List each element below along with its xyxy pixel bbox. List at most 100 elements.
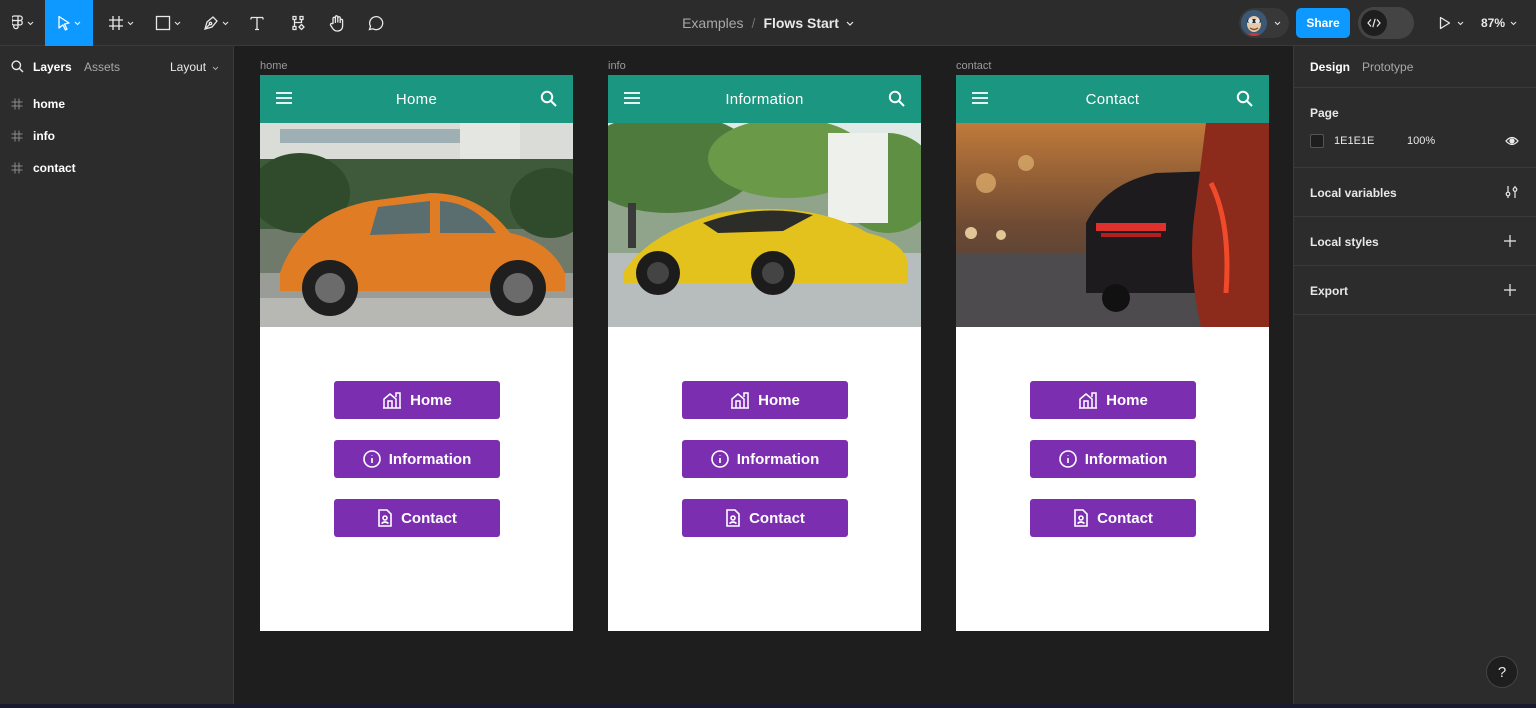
local-variables-section[interactable]: Local variables — [1294, 168, 1536, 217]
search-icon[interactable] — [540, 90, 557, 107]
comment-icon — [368, 16, 384, 31]
main-menu-button[interactable] — [4, 0, 42, 46]
information-button[interactable]: Information — [682, 440, 848, 478]
components-tool-button[interactable] — [286, 0, 310, 46]
contact-card-icon — [725, 509, 741, 527]
shape-tool-button[interactable] — [150, 0, 186, 46]
layout-dropdown[interactable]: Layout — [170, 60, 219, 74]
tab-prototype[interactable]: Prototype — [1362, 60, 1413, 74]
page-color-swatch[interactable] — [1310, 134, 1324, 148]
frame-label-home[interactable]: home — [260, 60, 288, 72]
chevron-down-icon — [213, 66, 219, 71]
chevron-down-icon — [222, 21, 229, 25]
local-variables-heading: Local variables — [1310, 186, 1397, 200]
move-tool-icon — [58, 15, 70, 31]
plus-icon[interactable] — [1504, 235, 1516, 247]
button-label: Information — [1084, 450, 1168, 468]
play-icon — [1439, 16, 1450, 30]
user-menu[interactable] — [1239, 8, 1289, 38]
info-circle-icon — [710, 450, 729, 468]
frame-home[interactable]: Home Home Information Contact — [260, 75, 573, 631]
hand-tool-icon — [329, 15, 344, 32]
share-button[interactable]: Share — [1296, 8, 1350, 38]
app-bar: Home — [260, 75, 573, 123]
tab-design[interactable]: Design — [1310, 60, 1350, 74]
right-panel-tabs: Design Prototype — [1294, 46, 1536, 88]
building-icon — [730, 391, 750, 409]
home-button[interactable]: Home — [334, 381, 500, 419]
frame-icon — [11, 98, 23, 110]
app-bar: Information — [608, 75, 921, 123]
app-bar-title: Contact — [1085, 90, 1140, 108]
page-color-opacity[interactable]: 100% — [1407, 135, 1435, 147]
chevron-down-icon — [27, 21, 34, 25]
layer-name: contact — [33, 161, 76, 175]
home-button[interactable]: Home — [682, 381, 848, 419]
figma-logo-icon — [12, 15, 23, 30]
information-button[interactable]: Information — [1030, 440, 1196, 478]
layer-row-home[interactable]: home — [0, 88, 233, 120]
plus-icon[interactable] — [1504, 284, 1516, 296]
right-panel: Design Prototype Page 1E1E1E 100% Local … — [1293, 46, 1536, 708]
contact-button[interactable]: Contact — [334, 499, 500, 537]
frame-label-contact[interactable]: contact — [956, 60, 991, 72]
zoom-level: 87% — [1481, 16, 1506, 30]
info-circle-icon — [362, 450, 381, 468]
app-bar-title: Information — [725, 90, 804, 108]
zoom-control[interactable]: 87% — [1481, 0, 1517, 46]
chevron-down-icon — [1457, 21, 1463, 25]
layer-row-contact[interactable]: contact — [0, 152, 233, 184]
contact-button[interactable]: Contact — [682, 499, 848, 537]
tab-assets[interactable]: Assets — [84, 60, 120, 74]
app-bar: Contact — [956, 75, 1269, 123]
frame-info[interactable]: Information Home Information Contact — [608, 75, 921, 631]
frame-icon — [11, 162, 23, 174]
layer-list: home info contact — [0, 88, 233, 184]
chevron-down-icon — [1274, 21, 1281, 25]
button-label: Home — [1106, 391, 1148, 409]
frame-contact[interactable]: Contact Home Information Contact — [956, 75, 1269, 631]
comment-tool-button[interactable] — [364, 0, 388, 46]
file-name[interactable]: Flows Start — [763, 15, 838, 31]
home-button[interactable]: Home — [1030, 381, 1196, 419]
frame-tool-button[interactable] — [104, 0, 138, 46]
left-panel-tabs: Layers Assets Layout — [0, 46, 233, 88]
export-section[interactable]: Export — [1294, 266, 1536, 315]
eye-icon[interactable] — [1505, 136, 1519, 146]
avatar — [1241, 10, 1267, 36]
layer-row-info[interactable]: info — [0, 120, 233, 152]
local-styles-section[interactable]: Local styles — [1294, 217, 1536, 266]
hand-tool-button[interactable] — [325, 0, 349, 46]
page-section: Page 1E1E1E 100% — [1294, 88, 1536, 168]
project-name[interactable]: Examples — [682, 15, 743, 31]
information-button[interactable]: Information — [334, 440, 500, 478]
present-button[interactable] — [1434, 0, 1468, 46]
pen-tool-icon — [204, 16, 218, 30]
layout-dropdown-label: Layout — [170, 60, 207, 74]
chevron-down-icon — [127, 21, 134, 25]
left-panel: Layers Assets Layout home info contact — [0, 46, 234, 708]
button-label: Home — [758, 391, 800, 409]
search-icon[interactable] — [888, 90, 905, 107]
chevron-down-icon — [1510, 21, 1517, 25]
search-icon[interactable] — [11, 60, 24, 73]
dark-sportscar-photo — [956, 123, 1269, 327]
dev-mode-toggle[interactable] — [1358, 7, 1414, 39]
pen-tool-button[interactable] — [198, 0, 234, 46]
button-label: Information — [736, 450, 820, 468]
contact-button[interactable]: Contact — [1030, 499, 1196, 537]
orange-beetle-photo — [260, 123, 573, 327]
button-label: Home — [410, 391, 452, 409]
tab-layers[interactable]: Layers — [33, 60, 72, 74]
help-button[interactable]: ? — [1486, 656, 1518, 688]
page-color-hex[interactable]: 1E1E1E — [1334, 135, 1374, 147]
sliders-icon[interactable] — [1505, 185, 1518, 199]
frame-label-info[interactable]: info — [608, 60, 626, 72]
canvas[interactable]: home Home Home Information Contact info … — [234, 46, 1293, 708]
search-icon[interactable] — [1236, 90, 1253, 107]
app-bar-title: Home — [395, 90, 438, 108]
chevron-down-icon[interactable] — [846, 21, 854, 26]
text-tool-button[interactable] — [245, 0, 269, 46]
move-tool-button[interactable] — [45, 0, 93, 46]
page-heading: Page — [1310, 106, 1339, 120]
